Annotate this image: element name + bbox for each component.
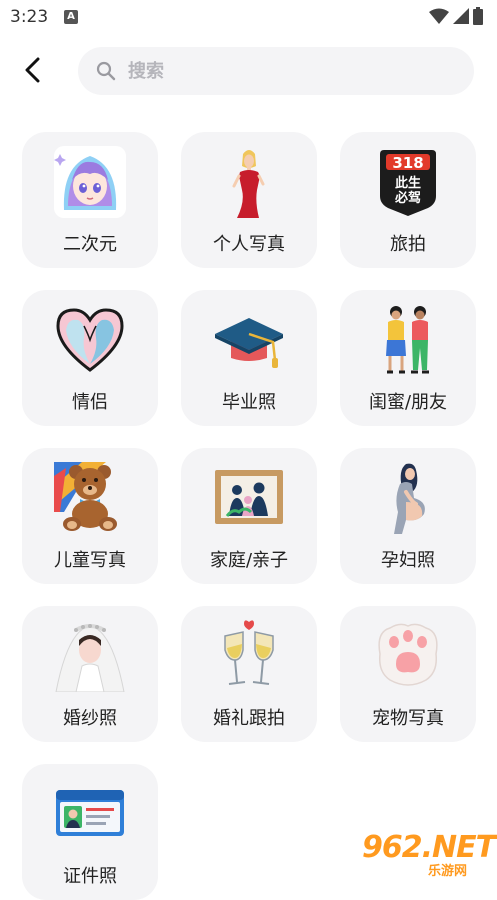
top-bar [0, 38, 497, 104]
category-label: 二次元 [63, 234, 117, 255]
category-friends[interactable]: 闺蜜/朋友 [340, 290, 476, 426]
category-wedding-followshoot[interactable]: 婚礼跟拍 [181, 606, 317, 742]
signal-icon [453, 8, 469, 24]
two-friends-icon [386, 306, 429, 374]
category-personal-portrait[interactable]: 个人写真 [181, 132, 317, 268]
notification-icon: A [64, 10, 78, 24]
category-label: 个人写真 [213, 234, 285, 255]
search-bar[interactable] [78, 47, 474, 95]
pregnant-woman-icon [394, 463, 425, 534]
route-number: 318 [392, 154, 423, 172]
route-line1: 此生 [395, 175, 421, 191]
category-wedding-photo[interactable]: 婚纱照 [22, 606, 158, 742]
category-maternity[interactable]: 孕妇照 [340, 448, 476, 584]
anime-girl-icon [54, 146, 126, 218]
status-icons [429, 7, 483, 25]
route-318-sign-icon: 318 此生 必驾 [380, 150, 436, 216]
category-label: 情侣 [72, 392, 108, 413]
category-couple[interactable]: 情侣 [22, 290, 158, 426]
category-family[interactable]: 家庭/亲子 [181, 448, 317, 584]
teddy-bear-icon [54, 462, 117, 531]
category-kids[interactable]: 儿童写真 [22, 448, 158, 584]
couple-heart-icon [56, 308, 124, 372]
category-label: 孕妇照 [381, 550, 435, 571]
back-arrow-icon [25, 57, 40, 83]
category-label: 婚礼跟拍 [213, 708, 285, 729]
category-id-photo[interactable]: 证件照 [22, 764, 158, 900]
category-graduation[interactable]: 毕业照 [181, 290, 317, 426]
watermark-subtext: 乐游网 [428, 864, 468, 879]
family-frame-icon [215, 470, 283, 524]
wedding-veil-icon [55, 624, 125, 692]
category-label: 家庭/亲子 [209, 550, 289, 571]
category-anime[interactable]: 二次元 [22, 132, 158, 268]
search-input[interactable] [126, 59, 430, 83]
status-time: 3:23 [10, 7, 49, 27]
category-label: 闺蜜/朋友 [368, 392, 448, 413]
battery-icon [473, 7, 483, 25]
category-pet[interactable]: 宠物写真 [340, 606, 476, 742]
id-card-icon [56, 790, 124, 836]
category-label: 证件照 [63, 866, 117, 887]
woman-portrait-icon [232, 150, 265, 218]
category-label: 宠物写真 [372, 708, 444, 729]
category-travel[interactable]: 318 此生 必驾 旅拍 [340, 132, 476, 268]
watermark-logo: 962.NET 乐游网 [358, 830, 496, 880]
category-label: 毕业照 [222, 392, 276, 413]
wifi-icon [429, 8, 449, 24]
category-label: 旅拍 [390, 234, 426, 255]
category-label: 婚纱照 [63, 708, 117, 729]
search-icon [96, 61, 116, 81]
route-line2: 必驾 [394, 190, 421, 206]
paw-icon [378, 623, 438, 686]
back-button[interactable] [18, 55, 48, 85]
champagne-glasses-icon [224, 620, 274, 685]
category-label: 儿童写真 [54, 550, 126, 571]
status-bar: 3:23 A [0, 0, 497, 34]
graduation-cap-icon [215, 318, 283, 368]
